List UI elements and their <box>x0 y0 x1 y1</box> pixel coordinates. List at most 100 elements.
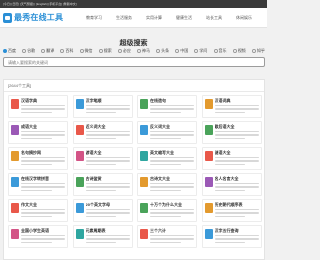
tool-icon <box>11 203 19 213</box>
radio-icon[interactable] <box>232 49 237 53</box>
tool-card[interactable]: 三个六计 <box>137 225 197 248</box>
search-engine-option[interactable]: 搜索 <box>98 48 112 54</box>
search-engine-option[interactable]: 音乐 <box>213 48 227 54</box>
tool-card[interactable]: 历史朝代顺序表 <box>201 199 262 222</box>
search-engine-option[interactable]: 知乎 <box>251 48 265 54</box>
tool-icon <box>204 99 213 109</box>
tool-card[interactable]: 歇后语大全 <box>201 121 262 144</box>
radio-icon[interactable] <box>194 49 199 53</box>
tool-description-line <box>150 160 194 162</box>
tool-card[interactable]: 汉字笔顺 <box>72 95 133 118</box>
nav-item-education[interactable]: 教育学习 <box>86 15 116 21</box>
tool-icon <box>75 229 84 239</box>
tool-icon <box>11 229 19 239</box>
tool-description-line <box>214 186 259 188</box>
tool-icon <box>204 151 213 161</box>
search-engine-option[interactable]: 百科 <box>60 48 73 54</box>
tool-card[interactable]: 谚语大全 <box>72 147 133 170</box>
tool-description-line <box>21 235 65 237</box>
radio-icon[interactable] <box>41 49 46 53</box>
tool-description-line <box>85 186 130 188</box>
tool-card[interactable]: 十万个为什么大全 <box>137 199 197 222</box>
tool-icon <box>140 125 148 135</box>
tool-description-line <box>21 137 52 140</box>
tool-description-line <box>214 215 246 218</box>
search-title: 超级搜索 <box>119 40 148 47</box>
search-engine-label: 谷歌 <box>27 48 36 53</box>
tool-card[interactable]: 在线汉字转拼音 <box>8 173 68 196</box>
tool-title: 汉语词典 <box>214 98 231 103</box>
logo-text: 最秀在线工具 <box>14 13 64 22</box>
tool-card[interactable]: 汉语字典 <box>8 95 68 118</box>
radio-icon[interactable] <box>251 49 256 53</box>
search-engine-option[interactable]: 微信 <box>79 48 93 54</box>
radio-icon[interactable] <box>98 49 103 53</box>
tool-title: 全国小学生英语 <box>21 228 49 233</box>
nav-item-webmaster[interactable]: 站长工具 <box>206 15 236 21</box>
tool-card[interactable]: 英文缩写大全 <box>137 147 197 170</box>
radio-icon[interactable] <box>79 49 84 53</box>
nav-item-health[interactable]: 健康生活 <box>176 15 206 21</box>
tool-icon <box>140 229 148 239</box>
search-engine-option[interactable]: 视频 <box>232 48 246 54</box>
search-engine-option[interactable]: 百度 <box>3 48 16 54</box>
tool-title: 英文缩写大全 <box>150 150 174 155</box>
tool-title: 20个英文字母 <box>85 202 110 207</box>
radio-icon[interactable] <box>136 49 141 53</box>
tool-title: 名人名言大全 <box>214 176 239 181</box>
search-input[interactable] <box>3 57 265 67</box>
tool-title: 歇后语大全 <box>214 124 235 129</box>
tool-card[interactable]: 古诗文大全 <box>137 173 197 196</box>
search-engine-label: 中国 <box>180 48 189 53</box>
search-engine-option[interactable]: 谷歌 <box>22 48 35 54</box>
radio-icon[interactable] <box>156 49 161 53</box>
tool-card[interactable]: 成语大全 <box>8 121 68 144</box>
tool-card[interactable]: 名人名言大全 <box>201 173 262 196</box>
tool-title: 名句摘抄网 <box>21 150 41 155</box>
nav-item-entertainment[interactable]: 休闲娱乐 <box>236 15 266 21</box>
tool-card[interactable]: 元素周期表 <box>72 225 133 248</box>
radio-icon[interactable] <box>60 49 65 53</box>
tool-card[interactable]: 汉语词典 <box>201 95 262 118</box>
tool-description-line <box>21 215 52 218</box>
tool-title: 汉字五行查询 <box>214 228 239 233</box>
search-engine-label: 学问 <box>199 48 208 53</box>
tool-icon <box>140 151 148 161</box>
search-engine-option[interactable]: 翻译 <box>41 48 54 54</box>
tool-card[interactable]: 谜语大全 <box>201 147 262 170</box>
search-engine-option[interactable]: 必应 <box>117 48 131 54</box>
tool-description-line <box>85 163 117 166</box>
radio-icon[interactable] <box>175 49 180 53</box>
tool-card[interactable]: 在线造句 <box>137 95 197 118</box>
tool-icon <box>11 99 19 109</box>
tool-card[interactable]: 古诗鉴赏 <box>72 173 133 196</box>
search-engine-option[interactable]: 学问 <box>194 48 207 54</box>
tool-description-line <box>21 160 65 162</box>
tool-card[interactable]: 汉字五行查询 <box>201 225 262 248</box>
search-engine-label: 翻译 <box>46 48 55 53</box>
radio-icon[interactable] <box>22 49 27 53</box>
tool-description-line <box>85 131 130 133</box>
tool-card[interactable]: 作文大全 <box>8 199 68 222</box>
nav-item-life-services[interactable]: 生活服务 <box>116 15 146 21</box>
search-engine-option[interactable]: 头条 <box>156 48 169 54</box>
tool-icon <box>204 177 213 187</box>
tool-card[interactable]: 名句摘抄网 <box>8 147 68 170</box>
nav-item-calculators[interactable]: 实用计算 <box>146 15 176 21</box>
radio-icon[interactable] <box>117 49 122 53</box>
tool-card[interactable]: 反义词大全 <box>137 121 197 144</box>
site-logo[interactable]: 最秀在线工具 <box>3 12 63 23</box>
tool-description-line <box>85 157 130 159</box>
tool-icon <box>75 203 84 213</box>
tool-card[interactable]: 20个英文字母 <box>72 199 133 222</box>
radio-icon[interactable] <box>3 49 7 53</box>
tool-card[interactable]: 全国小学生英语 <box>8 225 68 248</box>
radio-icon[interactable] <box>213 49 218 53</box>
tool-card[interactable]: 近义词大全 <box>72 121 133 144</box>
search-engine-option[interactable]: 神马 <box>136 48 150 54</box>
tool-title: 古诗文大全 <box>150 176 170 181</box>
tool-title: 汉语字典 <box>21 98 37 103</box>
search-engine-option[interactable]: 中国 <box>175 48 188 54</box>
tool-description-line <box>150 183 194 185</box>
tool-description-line <box>150 108 194 110</box>
